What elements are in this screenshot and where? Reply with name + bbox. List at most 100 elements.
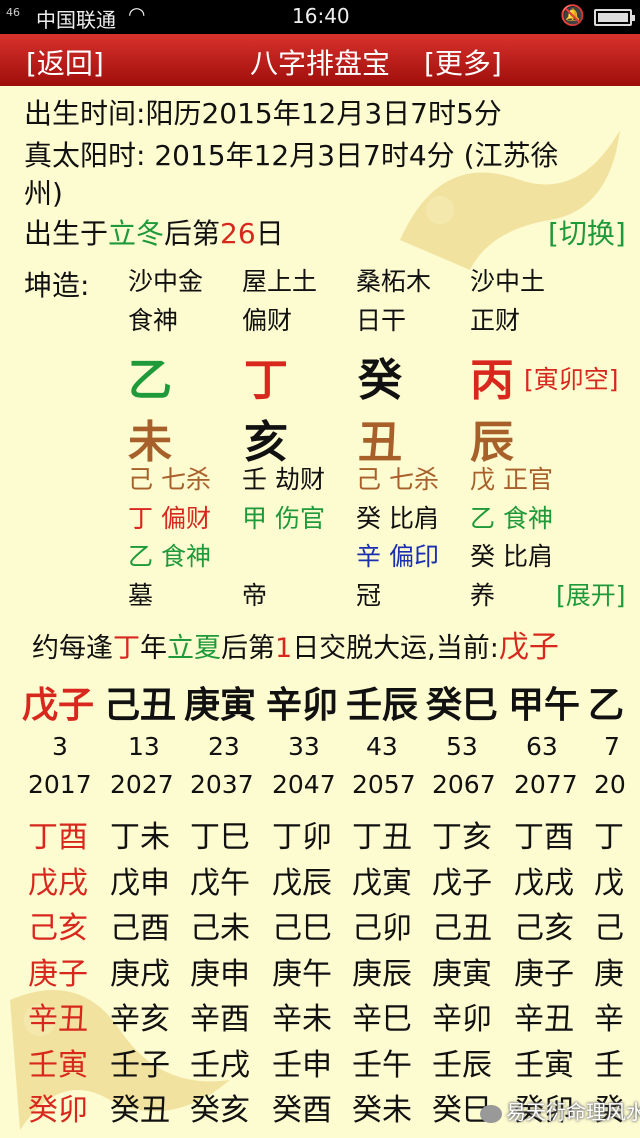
- liunian-cell: 戊申: [110, 865, 170, 901]
- dayun-age: 23: [208, 732, 240, 761]
- nayin-year: 沙中金: [128, 267, 204, 296]
- liunian-cell: 壬申: [272, 1047, 332, 1083]
- liunian-cell: 壬寅: [28, 1047, 88, 1083]
- liunian-cell: 癸亥: [190, 1093, 250, 1128]
- solar-time-cont: 州): [24, 177, 63, 210]
- stage-month: 帝: [242, 581, 268, 610]
- liunian-cell: 己酉: [110, 911, 170, 946]
- stem-hour: 丙: [470, 355, 514, 406]
- wifi-icon: ◠: [128, 2, 146, 26]
- expand-button[interactable]: [展开]: [556, 576, 626, 612]
- dayun-intro: 约每逢丁年立夏后第1日交脱大运,当前:戊子: [32, 630, 559, 665]
- hidden-stem: 辛 偏印: [356, 542, 439, 571]
- liunian-cell: 丁酉: [28, 820, 88, 855]
- dayun-pillar: 戊子: [22, 685, 95, 726]
- back-button[interactable]: [返回]: [26, 42, 104, 82]
- current-dayun: 戊子: [498, 630, 559, 665]
- liunian-cell: 癸丑: [110, 1093, 170, 1128]
- battery-icon: [594, 9, 635, 26]
- liunian-cell: 丁酉: [514, 820, 574, 855]
- dayun-year: 2077: [514, 770, 578, 799]
- liunian-cell: 丁未: [110, 820, 170, 855]
- switch-button[interactable]: [切换]: [548, 212, 626, 252]
- dayun-age: 53: [446, 732, 478, 761]
- stage-year: 墓: [128, 581, 154, 610]
- hidden-stem: 乙 食神: [470, 504, 553, 533]
- liunian-cell: 戊辰: [272, 865, 332, 901]
- gender-label: 坤造:: [24, 269, 90, 302]
- liunian-cell: 癸卯: [28, 1093, 88, 1128]
- liunian-cell: 庚子: [514, 956, 574, 992]
- liunian-cell: 壬戌: [190, 1047, 250, 1083]
- hidden-stem: 乙 食神: [128, 542, 211, 571]
- liunian-cell: 庚寅: [432, 956, 492, 992]
- liunian-cell: 己亥: [28, 911, 88, 946]
- liunian-cell: 辛: [594, 1002, 624, 1037]
- liunian-cell: 庚午: [272, 956, 332, 992]
- liunian-cell: 己亥: [514, 911, 574, 946]
- dayun-age: 43: [366, 732, 398, 761]
- mute-bell-icon: 🔕: [560, 3, 585, 27]
- signal-icon: 46: [6, 6, 20, 19]
- more-button[interactable]: [更多]: [424, 42, 502, 82]
- title-bar: [返回] 八字排盘宝 [更多]: [0, 34, 640, 86]
- dayun-pillar: 壬辰: [346, 685, 419, 726]
- liunian-cell: 癸酉: [272, 1093, 332, 1128]
- liunian-cell: 戊: [594, 865, 624, 901]
- dayun-year: 2057: [352, 770, 416, 799]
- liunian-cell: 己卯: [352, 911, 412, 946]
- solar-time-label: 真太阳时:: [24, 139, 146, 172]
- liunian-cell: 壬: [594, 1047, 624, 1083]
- hidden-stem: 癸 比肩: [470, 542, 553, 571]
- liunian-cell: 庚申: [190, 956, 250, 992]
- stem-year: 乙: [128, 355, 172, 406]
- dayun-year: 2037: [190, 770, 254, 799]
- god-hour: 正财: [470, 306, 521, 335]
- solar-term: 立冬: [108, 217, 165, 250]
- liunian-cell: 辛酉: [190, 1002, 250, 1037]
- liunian-cell: 辛丑: [514, 1002, 574, 1037]
- wechat-icon: [480, 1104, 502, 1123]
- liunian-cell: 庚辰: [352, 956, 412, 992]
- hidden-stem: 丁 偏财: [128, 504, 211, 533]
- solar-time: 真太阳时: 2015年12月3日7时4分 (江苏徐: [24, 134, 559, 174]
- liunian-cell: 己巳: [272, 911, 332, 946]
- status-bar: 46 中国联通 ◠ 16:40 🔕: [0, 0, 640, 34]
- liunian-cell: 辛丑: [28, 1002, 88, 1037]
- nayin-day: 桑柘木: [356, 267, 432, 296]
- hidden-stem: 甲 伤官: [242, 504, 325, 533]
- dayun-age: 13: [128, 732, 160, 761]
- hidden-stem: 癸 比肩: [356, 504, 439, 533]
- solar-time-value: 2015年12月3日7时4分 (江苏徐: [154, 139, 559, 172]
- dayun-pillar: 辛卯: [266, 685, 339, 726]
- dayun-pillar: 己丑: [104, 685, 177, 726]
- liunian-cell: 庚戌: [110, 956, 170, 992]
- liunian-cell: 壬辰: [432, 1047, 492, 1083]
- term-day: 26: [220, 217, 256, 250]
- hidden-stem: 壬 劫财: [242, 465, 325, 494]
- god-month: 偏财: [242, 306, 293, 335]
- dayun-age: 63: [526, 732, 558, 761]
- liunian-cell: 壬午: [352, 1047, 412, 1083]
- dayun-year: 20: [594, 770, 626, 799]
- liunian-cell: 丁: [594, 820, 624, 855]
- liunian-cell: 辛亥: [110, 1002, 170, 1037]
- stem-month: 丁: [244, 355, 288, 406]
- dayun-pillar: 庚寅: [184, 685, 257, 726]
- liunian-cell: 辛未: [272, 1002, 332, 1037]
- liunian-cell: 戊子: [432, 865, 492, 901]
- liunian-cell: 辛卯: [432, 1002, 492, 1037]
- liunian-cell: 戊午: [190, 865, 250, 901]
- stage-day: 冠: [356, 581, 382, 610]
- watermark: 易天衍命理风水: [480, 1096, 640, 1125]
- liunian-cell: 壬寅: [514, 1047, 574, 1083]
- dayun-year: 2067: [432, 770, 496, 799]
- dayun-age: 33: [288, 732, 320, 761]
- liunian-cell: 庚子: [28, 956, 88, 992]
- nayin-month: 屋上土: [242, 267, 318, 296]
- dayun-year: 2017: [28, 770, 92, 799]
- carrier-name: 中国联通: [36, 8, 116, 32]
- god-day: 日干: [356, 306, 407, 335]
- kongwang: [寅卯空]: [524, 365, 619, 394]
- dayun-pillar: 癸巳: [426, 685, 499, 726]
